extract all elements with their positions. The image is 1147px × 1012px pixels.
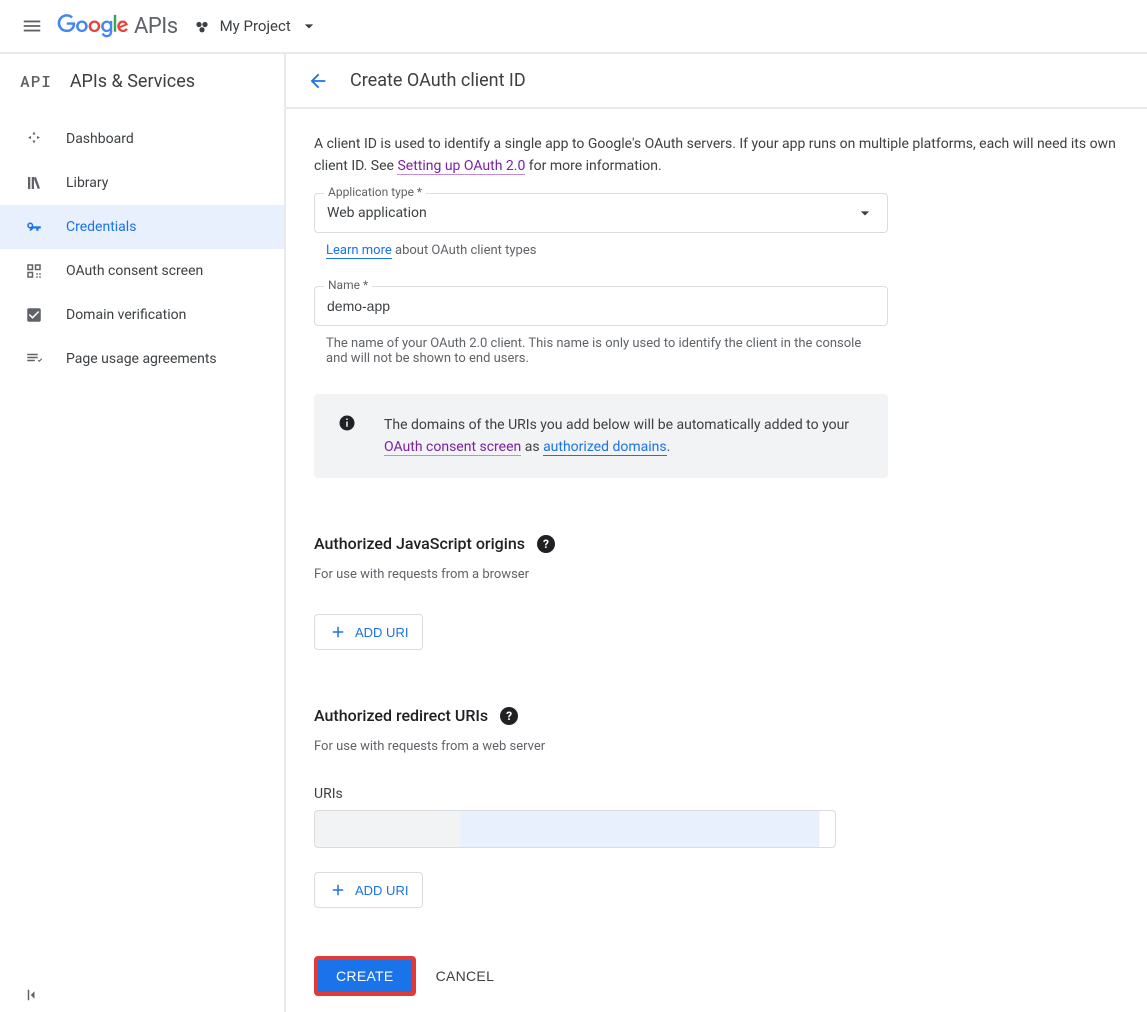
sidebar: API APIs & Services Dashboard Library Cr… <box>0 54 286 1012</box>
description-post: for more information. <box>525 158 661 174</box>
service-title: APIs & Services <box>70 71 195 92</box>
add-uri-label: ADD URI <box>355 883 408 898</box>
application-type-label: Application type * <box>324 185 426 199</box>
js-origins-title: Authorized JavaScript origins <box>314 534 525 553</box>
redirect-uri-input[interactable] <box>314 810 836 848</box>
main-header: Create OAuth client ID <box>286 54 1147 109</box>
back-arrow-icon[interactable] <box>306 69 330 93</box>
consent-icon <box>24 261 44 281</box>
info-text-post: . <box>667 439 671 455</box>
menu-icon[interactable] <box>12 6 52 46</box>
sidebar-item-label: Domain verification <box>66 307 186 323</box>
project-name: My Project <box>220 17 291 35</box>
collapse-sidebar-icon[interactable] <box>24 986 42 1004</box>
dropdown-icon <box>855 203 875 223</box>
add-js-uri-button[interactable]: ADD URI <box>314 614 423 650</box>
api-chip: API <box>20 71 52 92</box>
application-type-field: Application type * Web application Learn… <box>314 193 1119 258</box>
top-bar: APIs My Project <box>0 0 1147 54</box>
js-origins-sub: For use with requests from a browser <box>314 567 1119 582</box>
page-title: Create OAuth client ID <box>350 70 526 91</box>
sidebar-item-label: OAuth consent screen <box>66 263 203 279</box>
cancel-button[interactable]: CANCEL <box>436 968 495 984</box>
authorized-domains-link[interactable]: authorized domains <box>543 439 667 456</box>
key-icon <box>24 217 44 237</box>
project-icon <box>192 16 212 36</box>
redirect-uris-sub: For use with requests from a web server <box>314 739 1119 754</box>
sidebar-item-oauth-consent[interactable]: OAuth consent screen <box>0 249 284 293</box>
action-row: CREATE CANCEL <box>314 956 1119 996</box>
name-input[interactable] <box>314 286 888 326</box>
sidebar-item-label: Library <box>66 175 108 191</box>
info-icon <box>338 414 356 432</box>
apis-label: APIs <box>134 14 178 39</box>
dashboard-icon <box>24 129 44 149</box>
name-label: Name * <box>324 278 372 292</box>
sidebar-item-page-usage[interactable]: Page usage agreements <box>0 337 284 381</box>
help-icon[interactable]: ? <box>500 707 518 725</box>
sidebar-item-domain-verification[interactable]: Domain verification <box>0 293 284 337</box>
info-text-mid: as <box>521 439 543 455</box>
redirect-uris-section: Authorized redirect URIs ? For use with … <box>314 706 1119 908</box>
verified-icon <box>24 305 44 325</box>
project-selector[interactable]: My Project <box>192 16 319 36</box>
main-panel: Create OAuth client ID A client ID is us… <box>286 54 1147 1012</box>
dropdown-icon <box>299 16 319 36</box>
help-icon[interactable]: ? <box>537 535 555 553</box>
sidebar-item-library[interactable]: Library <box>0 161 284 205</box>
sidebar-item-credentials[interactable]: Credentials <box>0 205 284 249</box>
info-text-pre: The domains of the URIs you add below wi… <box>384 417 849 433</box>
name-field-wrap: Name * The name of your OAuth 2.0 client… <box>314 286 1119 366</box>
redirect-uris-title: Authorized redirect URIs <box>314 706 488 725</box>
add-uri-label: ADD URI <box>355 625 408 640</box>
google-apis-logo[interactable]: APIs <box>56 14 178 39</box>
learn-more-link[interactable]: Learn more <box>326 243 392 259</box>
agreements-icon <box>24 349 44 369</box>
sidebar-item-label: Page usage agreements <box>66 351 217 367</box>
application-type-select[interactable]: Web application <box>314 193 888 233</box>
oauth-consent-link[interactable]: OAuth consent screen <box>384 439 521 456</box>
application-type-value: Web application <box>327 205 427 221</box>
setting-up-oauth-link[interactable]: Setting up OAuth 2.0 <box>397 158 525 175</box>
uris-label: URIs <box>314 786 1119 802</box>
library-icon <box>24 173 44 193</box>
create-button[interactable]: CREATE <box>314 956 416 996</box>
sidebar-item-label: Dashboard <box>66 131 134 147</box>
service-title-row: API APIs & Services <box>0 54 284 109</box>
sidebar-item-label: Credentials <box>66 219 136 235</box>
js-origins-section: Authorized JavaScript origins ? For use … <box>314 534 1119 650</box>
add-redirect-uri-button[interactable]: ADD URI <box>314 872 423 908</box>
learn-more-suffix: about OAuth client types <box>392 243 537 258</box>
description-text: A client ID is used to identify a single… <box>314 133 1119 177</box>
sidebar-item-dashboard[interactable]: Dashboard <box>0 117 284 161</box>
info-box: The domains of the URIs you add below wi… <box>314 394 888 478</box>
name-help-text: The name of your OAuth 2.0 client. This … <box>314 336 874 366</box>
